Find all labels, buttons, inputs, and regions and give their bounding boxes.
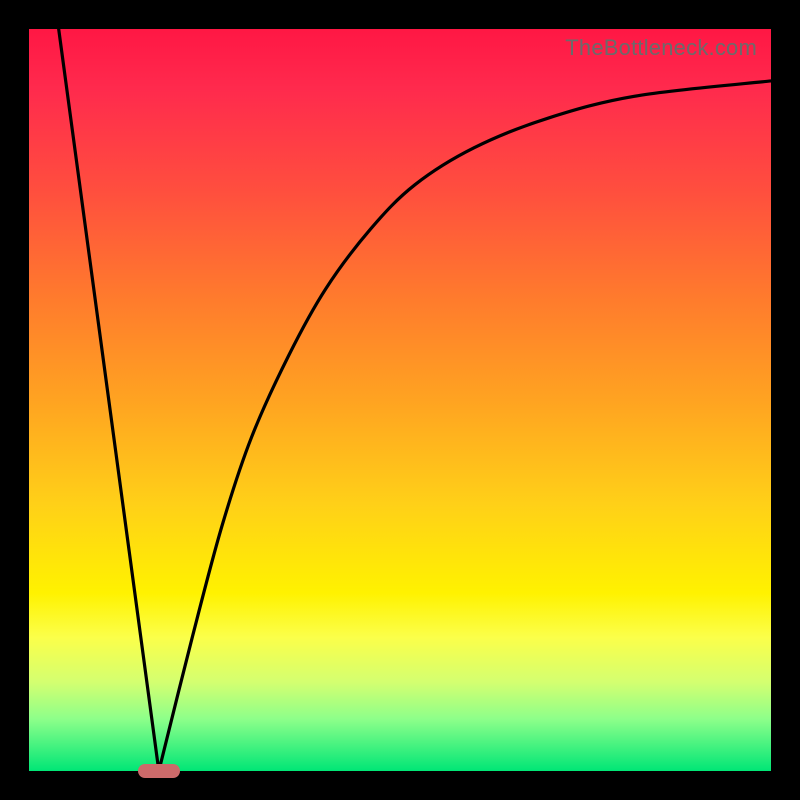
optimum-marker: [138, 764, 180, 778]
chart-frame: TheBottleneck.com: [0, 0, 800, 800]
bottleneck-curve: [59, 29, 771, 771]
curve-layer: [29, 29, 771, 771]
plot-area: TheBottleneck.com: [29, 29, 771, 771]
